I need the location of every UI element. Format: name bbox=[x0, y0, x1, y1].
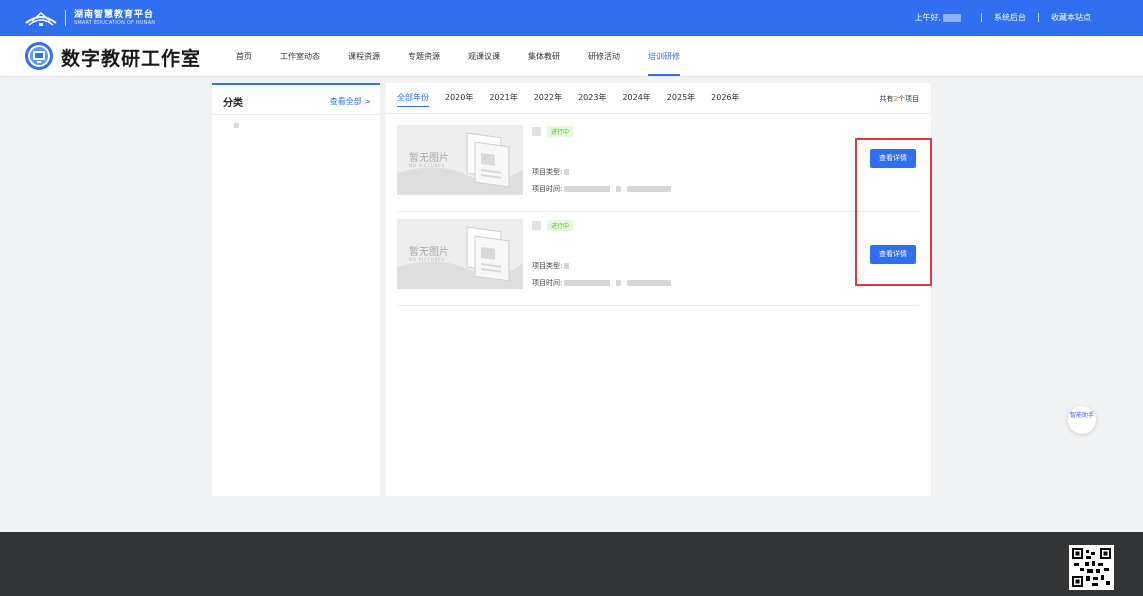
username-redacted[interactable] bbox=[943, 13, 961, 22]
nav-research-activities[interactable]: 研修活动 bbox=[574, 36, 634, 77]
project-time-label: 项目时间: bbox=[532, 279, 563, 287]
project-thumbnail[interactable]: 暂无图片 NO PICTURES bbox=[397, 125, 523, 195]
logo-divider bbox=[65, 10, 66, 26]
project-type-label: 项目类型: bbox=[532, 168, 563, 176]
tab-2025[interactable]: 2025年 bbox=[667, 92, 695, 107]
project-time-redacted bbox=[616, 280, 622, 286]
tab-2024[interactable]: 2024年 bbox=[622, 92, 650, 107]
project-time-redacted bbox=[564, 186, 611, 192]
nav-training[interactable]: 培训研修 bbox=[634, 36, 694, 77]
book-wing-icon[interactable] bbox=[24, 9, 58, 27]
project-type: 项目类型: bbox=[532, 167, 570, 177]
platform-name[interactable]: 湖南智慧教育平台 bbox=[74, 7, 154, 20]
top-right-links: 上午好, 系统后台 收藏本站点 bbox=[914, 12, 1091, 23]
project-time-redacted bbox=[627, 186, 672, 192]
system-backend-link[interactable]: 系统后台 bbox=[994, 12, 1026, 23]
bookmark-link[interactable]: 收藏本站点 bbox=[1051, 12, 1091, 23]
qr-code-icon bbox=[1069, 545, 1114, 590]
project-name-redacted[interactable] bbox=[532, 221, 541, 230]
project-name-redacted[interactable] bbox=[532, 127, 541, 136]
project-time-redacted bbox=[616, 186, 622, 192]
nav-course-resources[interactable]: 课程资源 bbox=[334, 36, 394, 77]
project-time-label: 项目时间: bbox=[532, 185, 563, 193]
floating-assistant-label: 智能助手 bbox=[1069, 412, 1094, 419]
top-bar: 湖南智慧教育平台 SMART EDUCATION OF HUNAN 上午好, 系… bbox=[0, 0, 1143, 36]
project-time-redacted bbox=[627, 280, 672, 286]
nav-home[interactable]: 首页 bbox=[222, 36, 266, 77]
year-filter-tabs: 全部年份 2020年 2021年 2022年 2023年 2024年 2025年… bbox=[397, 92, 756, 107]
site-header: 数字教研工作室 首页 工作室动态 课程资源 专题资源 观课议课 集体教研 研修活… bbox=[0, 36, 1143, 77]
category-panel: 分类 查看全部 > bbox=[212, 83, 380, 496]
project-time-redacted bbox=[564, 280, 611, 286]
tabs-divider bbox=[386, 113, 931, 114]
tab-2020[interactable]: 2020年 bbox=[445, 92, 473, 107]
divider bbox=[1038, 13, 1039, 22]
tab-all-years[interactable]: 全部年份 bbox=[397, 92, 429, 107]
status-badge: 进行中 bbox=[547, 126, 574, 137]
category-title: 分类 bbox=[223, 98, 243, 109]
thumbnail-placeholder-text: 暂无图片 bbox=[409, 247, 449, 258]
highlight-box bbox=[855, 138, 932, 286]
total-suffix: 个项目 bbox=[898, 95, 919, 103]
list-item: 暂无图片 NO PICTURES 进行中 项目类型: 项目时间: 查看详情 bbox=[397, 125, 919, 212]
divider bbox=[981, 13, 982, 22]
thumbnail-placeholder-subtext: NO PICTURES bbox=[409, 163, 445, 168]
project-thumbnail[interactable]: 暂无图片 NO PICTURES bbox=[397, 219, 523, 289]
nav-topic-resources[interactable]: 专题资源 bbox=[394, 36, 454, 77]
thumbnail-placeholder-subtext: NO PICTURES bbox=[409, 257, 445, 262]
list-item: 暂无图片 NO PICTURES 进行中 项目类型: 项目时间: 查看详情 bbox=[397, 219, 919, 306]
project-type-label: 项目类型: bbox=[532, 262, 563, 270]
nav-studio-news[interactable]: 工作室动态 bbox=[266, 36, 334, 77]
nav-group-research[interactable]: 集体教研 bbox=[514, 36, 574, 77]
platform-name-en: SMART EDUCATION OF HUNAN bbox=[74, 20, 156, 26]
status-badge: 进行中 bbox=[547, 220, 574, 231]
tab-2023[interactable]: 2023年 bbox=[578, 92, 606, 107]
project-type-redacted bbox=[564, 263, 570, 269]
project-list-panel: 全部年份 2020年 2021年 2022年 2023年 2024年 2025年… bbox=[386, 83, 931, 496]
tab-2021[interactable]: 2021年 bbox=[489, 92, 517, 107]
site-footer bbox=[0, 532, 1143, 596]
studio-emblem-icon[interactable] bbox=[24, 41, 54, 71]
main-nav: 首页 工作室动态 课程资源 专题资源 观课议课 集体教研 研修活动 培训研修 bbox=[222, 36, 694, 77]
project-type-redacted bbox=[564, 169, 570, 175]
view-all-link[interactable]: 查看全部 > bbox=[330, 96, 371, 107]
project-type: 项目类型: bbox=[532, 261, 570, 271]
thumbnail-placeholder-text: 暂无图片 bbox=[409, 153, 449, 164]
tab-2022[interactable]: 2022年 bbox=[534, 92, 562, 107]
project-time: 项目时间: bbox=[532, 278, 672, 288]
project-time: 项目时间: bbox=[532, 184, 672, 194]
floating-assistant-button[interactable]: 智能助手 bbox=[1068, 406, 1096, 434]
greeting-text: 上午好, bbox=[914, 13, 941, 22]
category-header: 分类 查看全部 > bbox=[212, 85, 380, 115]
page-title: 数字教研工作室 bbox=[61, 48, 202, 70]
nav-lesson-review[interactable]: 观课议课 bbox=[454, 36, 514, 77]
category-item-redacted[interactable] bbox=[234, 123, 239, 128]
total-count: 共有2个项目 bbox=[880, 94, 919, 104]
tab-2026[interactable]: 2026年 bbox=[711, 92, 739, 107]
total-prefix: 共有 bbox=[879, 95, 894, 103]
